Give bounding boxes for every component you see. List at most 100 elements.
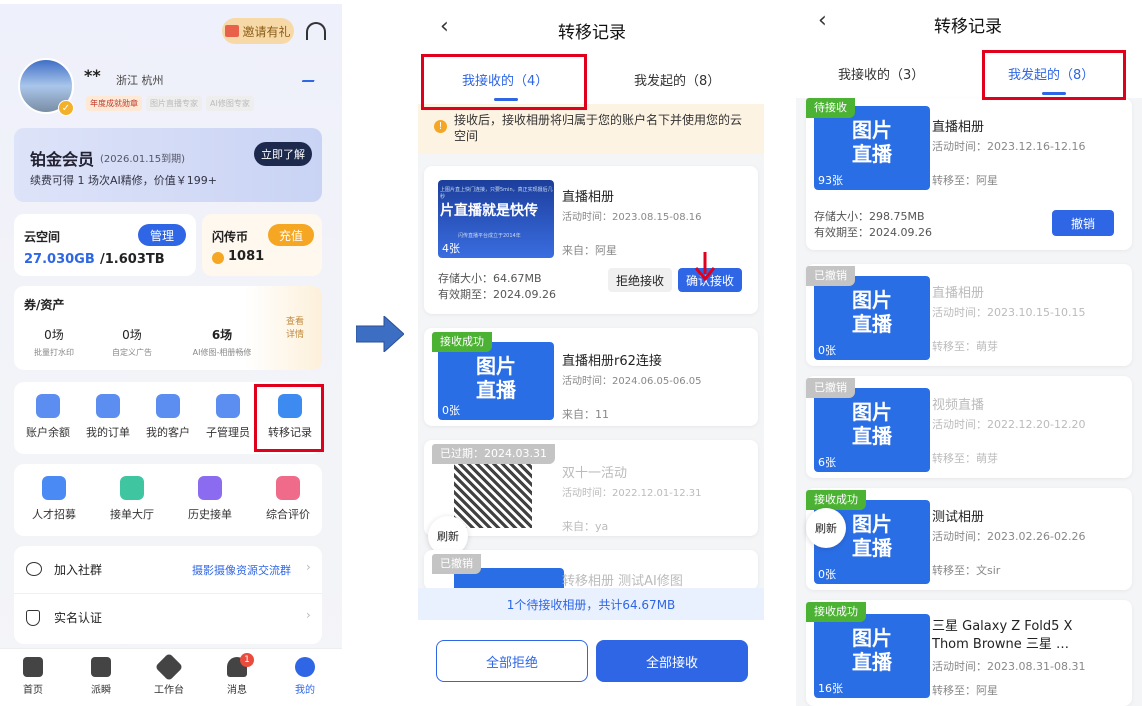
assets-more-link[interactable]: 查看 详情: [286, 316, 310, 342]
grid-label: 我的客户: [146, 426, 190, 439]
highlight-tab-sent: [982, 50, 1126, 100]
tab-workbench[interactable]: 工作台: [144, 652, 194, 696]
recharge-button[interactable]: 充值: [268, 224, 314, 246]
photo-count: 0张: [818, 568, 836, 581]
album-title: 三星 Galaxy Z Fold5 X Thom Browne 三星 …: [932, 619, 1073, 652]
cloud-card: 云空间 管理 27.030GB /1.603TB: [14, 214, 196, 276]
revoke-button[interactable]: 撤销: [1052, 210, 1114, 236]
tab-mine[interactable]: 我的: [280, 657, 330, 696]
coins-title: 闪传币: [212, 230, 249, 244]
storage-size: 存储大小：298.75MB: [814, 210, 925, 223]
asset-label: 自定义广告: [112, 348, 152, 357]
activity-time: 活动时间：2023.08.31-08.31: [932, 660, 1086, 673]
summary-bar: 1个待接收相册，共计64.67MB: [418, 588, 764, 620]
qr-code: [454, 458, 532, 528]
asset-ads[interactable]: 0场 自定义广告: [112, 326, 152, 358]
assets-title: 券/资产: [24, 298, 65, 312]
grid-item-order-hall[interactable]: 接单大厅: [102, 476, 162, 522]
activity-time: 活动时间：2022.12.20-12.20: [932, 418, 1086, 431]
coins-card: 闪传币 充值 1081: [202, 214, 322, 276]
grid-item-customers[interactable]: 我的客户: [138, 394, 198, 440]
record-card[interactable]: 图片 直播 6张 已撤销 视频直播 活动时间：2022.12.20-12.20 …: [806, 376, 1132, 478]
vip-expiry: (2026.01.15到期): [100, 154, 186, 165]
grid-item-orders[interactable]: 我的订单: [78, 394, 138, 440]
activity-time: 活动时间：2023.02.26-02.26: [932, 530, 1086, 543]
grid-label: 我的订单: [86, 426, 130, 439]
thumb-label: 图片 直播: [852, 626, 892, 674]
bottom-tab-bar: 首页 派瞬 工作台 消息 1 我的: [0, 648, 342, 706]
back-icon[interactable]: ‹: [818, 8, 827, 33]
headset-icon[interactable]: [306, 22, 326, 40]
record-card[interactable]: 已撤销 转移相册 测试AI修图: [424, 550, 758, 590]
photo-count: 0张: [442, 404, 460, 417]
coins-value: 1081: [228, 249, 265, 264]
record-card[interactable]: 图片 直播 0张 接收成功 直播相册r62连接 活动时间：2024.06.05-…: [424, 328, 758, 426]
arrow-right-icon: [356, 316, 404, 352]
refresh-button[interactable]: 刷新: [806, 508, 846, 548]
reject-all-button[interactable]: 全部拒绝: [436, 640, 588, 682]
back-icon[interactable]: ‹: [440, 14, 449, 39]
activity-time: 活动时间：2024.06.05-06.05: [562, 376, 702, 387]
info-icon: !: [434, 120, 447, 133]
reject-button[interactable]: 拒绝接收: [608, 268, 672, 292]
tab-messages[interactable]: 消息 1: [212, 653, 262, 696]
feature-grid-2: 人才招募 接单大厅 历史接单 综合评价: [14, 464, 322, 536]
grid-item-subadmin[interactable]: 子管理员: [198, 394, 258, 440]
activity-time: 活动时间：2023.12.16-12.16: [932, 140, 1086, 153]
grid-item-reviews[interactable]: 综合评价: [258, 476, 318, 522]
notice-text: 接收后，接收相册将归属于您的账户名下并使用您的云空间: [454, 113, 743, 143]
tab-received[interactable]: 我接收的（3）: [838, 64, 924, 83]
list-item-community[interactable]: 加入社群 摄影摄像资源交流群 ›: [14, 546, 322, 594]
record-card[interactable]: 图片 直播 0张 已撤销 直播相册 活动时间：2023.10.15-10.15 …: [806, 264, 1132, 366]
record-card[interactable]: 图片 直播 16张 接收成功 三星 Galaxy Z Fold5 X Thom …: [806, 600, 1132, 706]
community-group-link[interactable]: 摄影摄像资源交流群: [192, 562, 291, 578]
edit-icon[interactable]: [301, 70, 319, 82]
tab-label: 消息: [227, 685, 247, 696]
album-title: 直播相册: [932, 286, 985, 301]
grid-item-recruit[interactable]: 人才招募: [24, 476, 84, 522]
record-card[interactable]: 已过期：2024.03.31 双十一活动 活动时间：2022.12.01-12.…: [424, 440, 758, 536]
asset-ai[interactable]: 6场 AI修图-相册畅修: [192, 326, 252, 358]
wallet-icon: [36, 394, 60, 418]
status-badge: 已撤销: [806, 266, 855, 286]
album-title: 视频直播: [932, 398, 985, 413]
record-card[interactable]: 图片 直播 0张 接收成功 测试相册 活动时间：2023.02.26-02.26…: [806, 488, 1132, 590]
vip-card[interactable]: 铂金会员 (2026.01.15到期) 续费可得 1 场次AI精修，价值￥199…: [14, 128, 322, 202]
invite-button[interactable]: 邀请有礼: [222, 18, 294, 44]
invite-label: 邀请有礼: [242, 24, 291, 39]
tab-sent[interactable]: 我发起的（8）: [634, 70, 720, 89]
history-icon: [198, 476, 222, 500]
photo-count: 16张: [818, 682, 843, 695]
accept-all-button[interactable]: 全部接收: [596, 640, 748, 682]
asset-label: AI修图-相册畅修: [192, 348, 252, 357]
transfer-to: 转移至：萌芽: [932, 340, 998, 353]
transfer-to: 转移至：阿星: [932, 684, 998, 697]
transfer-to: 转移至：阿星: [932, 174, 998, 187]
manage-button[interactable]: 管理: [138, 224, 186, 246]
thumb-label: 图片 直播: [852, 400, 892, 448]
tab-home[interactable]: 首页: [8, 657, 58, 696]
vip-check-icon: ✓: [58, 100, 74, 116]
list-item-verification[interactable]: 实名认证 ›: [14, 594, 322, 642]
record-card[interactable]: 上图片直上快门连接，只要5min，真正实现摄后几秒 片直播就是快传 闪传直播平台…: [424, 166, 758, 314]
thumb-label: 图片 直播: [852, 118, 892, 166]
order-hall-icon: [120, 476, 144, 500]
asset-label: 批量打水印: [34, 348, 74, 357]
tab-label: 我的: [295, 685, 315, 696]
grid-item-balance[interactable]: 账户余额: [18, 394, 78, 440]
chevron-right-icon: ›: [306, 560, 311, 574]
grid-label: 历史接单: [188, 508, 232, 521]
highlight-tab-received: [421, 54, 587, 110]
tab-paishun[interactable]: 派瞬: [76, 657, 126, 696]
cloud-used: 27.030GB: [24, 252, 95, 267]
badge-row: 年度成就勋章 图片直播专家 AI修图专家: [86, 96, 254, 111]
photo-count: 6张: [818, 456, 836, 469]
record-card[interactable]: 图片 直播 93张 待接收 直播相册 活动时间：2023.12.16-12.16…: [806, 98, 1132, 250]
vip-more-button[interactable]: 立即了解: [254, 142, 312, 166]
album-title: 双十一活动: [562, 466, 628, 481]
asset-watermark[interactable]: 0场 批量打水印: [34, 326, 74, 358]
grid-item-history[interactable]: 历史接单: [180, 476, 240, 522]
home-icon: [23, 657, 43, 677]
recruit-icon: [42, 476, 66, 500]
cloud-total: /1.603TB: [100, 252, 165, 267]
